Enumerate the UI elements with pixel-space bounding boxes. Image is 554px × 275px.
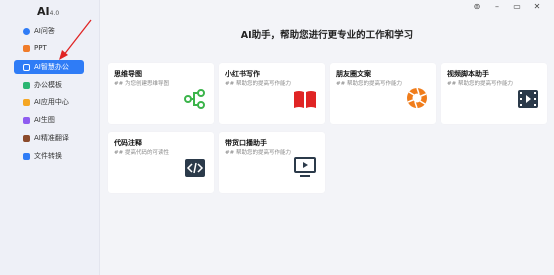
mindmap-icon	[184, 89, 205, 109]
sidebar-item-image-gen[interactable]: AI生图	[14, 113, 84, 127]
sidebar-item-smart-office[interactable]: AI智慧办公	[14, 60, 84, 74]
card-desc: ## 提高代码的可读性	[114, 150, 169, 156]
sidebar-item-app-center[interactable]: AI应用中心	[14, 95, 84, 109]
file-icon	[23, 152, 30, 160]
app-logo: AI4.0	[37, 5, 60, 18]
play-screen-icon	[294, 157, 316, 177]
sidebar-item-label: AI生图	[34, 116, 55, 124]
sidebar-item-label: PPT	[34, 44, 47, 52]
close-icon[interactable]: ✕	[532, 2, 542, 11]
card-desc: ## 帮助您的提高写作能力	[225, 150, 291, 156]
card-desc: ## 帮助您的提高写作能力	[225, 81, 291, 87]
image-icon	[23, 116, 30, 124]
card-code-comment[interactable]: 代码注释 ## 提高代码的可读性	[108, 132, 214, 193]
sidebar-item-templates[interactable]: 办公模板	[14, 78, 84, 92]
card-desc: ## 帮助您的提高写作能力	[447, 81, 513, 87]
card-desc: ## 帮助您的提高写作能力	[336, 81, 402, 87]
card-moments-copy[interactable]: 朋友圈文案 ## 帮助您的提高写作能力	[330, 63, 436, 124]
sidebar-item-ai-qa[interactable]: AI问答	[14, 24, 84, 38]
card-xiaohongshu[interactable]: 小红书写作 ## 帮助您的提高写作能力	[219, 63, 325, 124]
sidebar: AI4.0 AI问答 PPT AI智慧办公 办公模板 AI应用中心 AI生图 A…	[0, 0, 100, 275]
card-title: 带货口播助手	[225, 139, 267, 147]
apps-icon	[23, 98, 30, 106]
restore-icon[interactable]: ▭	[512, 2, 522, 11]
edit-icon	[23, 63, 30, 71]
window-controls: ⊚ – ▭ ✕	[472, 0, 554, 12]
template-icon	[23, 81, 30, 89]
sidebar-item-label: 办公模板	[34, 81, 62, 89]
ppt-icon	[23, 44, 30, 52]
sidebar-item-translate[interactable]: AI精准翻译	[14, 131, 84, 145]
sidebar-item-ppt[interactable]: PPT	[14, 41, 84, 55]
card-title: 小红书写作	[225, 70, 260, 78]
sidebar-item-label: AI应用中心	[34, 98, 69, 106]
film-icon	[518, 90, 538, 108]
sidebar-item-file-convert[interactable]: 文件转换	[14, 149, 84, 163]
book-icon	[23, 134, 30, 142]
sidebar-item-label: 文件转换	[34, 152, 62, 160]
pin-icon[interactable]: ⊚	[472, 2, 482, 11]
sidebar-item-label: AI智慧办公	[34, 63, 69, 71]
aperture-icon	[407, 87, 427, 109]
open-book-icon	[294, 91, 316, 108]
sidebar-item-label: AI精准翻译	[34, 134, 69, 142]
card-title: 思维导图	[114, 70, 142, 78]
card-live-sales[interactable]: 带货口播助手 ## 帮助您的提高写作能力	[219, 132, 325, 193]
page-title: AI助手，帮助您进行更专业的工作和学习	[240, 30, 414, 41]
code-icon	[185, 159, 205, 177]
minimize-icon[interactable]: –	[492, 2, 502, 11]
card-title: 代码注释	[114, 139, 142, 147]
card-video-script[interactable]: 视频脚本助手 ## 帮助您的提高写作能力	[441, 63, 547, 124]
card-title: 视频脚本助手	[447, 70, 489, 78]
card-mindmap[interactable]: 思维导图 ## 为您创建思维导图	[108, 63, 214, 124]
sidebar-item-label: AI问答	[34, 27, 55, 35]
card-desc: ## 为您创建思维导图	[114, 81, 169, 87]
chat-icon	[23, 27, 30, 35]
card-title: 朋友圈文案	[336, 70, 371, 78]
